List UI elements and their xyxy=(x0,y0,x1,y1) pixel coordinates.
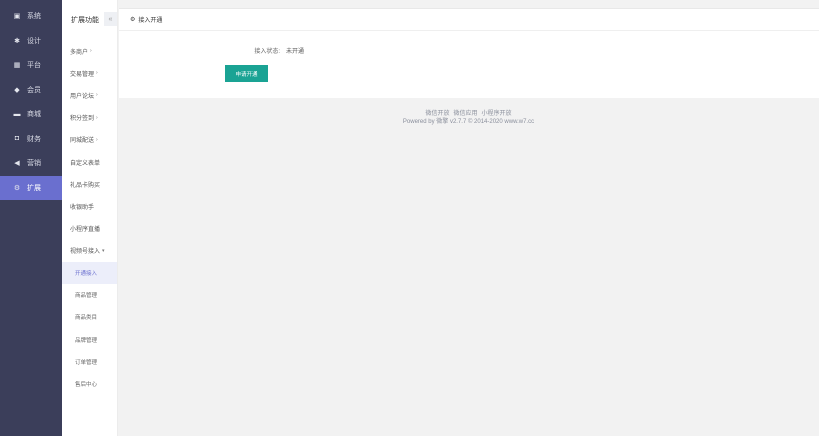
subnav-item-5[interactable]: 自定义表单 xyxy=(62,151,117,173)
collapse-sidebar-button[interactable]: « xyxy=(104,12,117,26)
main-nav: ▣ 系统 ✱ 设计 ▦ 平台 ◆ 会员 ▬ 商城 ◘ 财务 ◀ 营销 ⚙ 扩展 xyxy=(0,4,62,200)
shop-icon: ▬ xyxy=(13,110,21,118)
nav-item-label: 营销 xyxy=(27,160,41,168)
subnav-child-4[interactable]: 订单管理 xyxy=(62,351,117,373)
nav-item-2[interactable]: ▦ 平台 xyxy=(0,53,62,78)
status-row: 接入状态: 未开通 xyxy=(119,44,819,56)
grid-icon: ▦ xyxy=(13,62,21,70)
footer-link[interactable]: 微信应用 xyxy=(453,111,477,117)
subnav-item-label: 交易管理 xyxy=(70,71,95,78)
subnav-child-5[interactable]: 售后中心 xyxy=(62,373,117,395)
nav-item-label: 扩展 xyxy=(27,184,41,192)
subnav-item-6[interactable]: 礼品卡购买 xyxy=(62,173,117,195)
secondary-sidebar: 扩展功能 « 多商户 › 交易管理 › 用户论坛 › 积分签到 › 同城配送 › 自定义表单 礼品卡购… xyxy=(62,0,118,436)
shirt-icon: ✱ xyxy=(14,37,20,45)
subnav-child-1[interactable]: 商品管理 xyxy=(62,284,117,306)
chevron-icon: › xyxy=(96,136,98,143)
subnav-list: 多商户 › 交易管理 › 用户论坛 › 积分签到 › 同城配送 › 自定义表单 礼品卡购买 收银助手 小程… xyxy=(62,40,117,262)
panel-header: ⚙ 接入开通 xyxy=(119,9,819,31)
subnav-item-7[interactable]: 收银助手 xyxy=(62,195,117,217)
chevron-icon: › xyxy=(96,70,98,77)
nav-item-0[interactable]: ▣ 系统 xyxy=(0,4,62,29)
subnav-child-0[interactable]: 开通接入 xyxy=(62,261,117,285)
nav-item-5[interactable]: ◘ 财务 xyxy=(0,127,62,152)
footer-links: 微信开放 微信应用 小程序开放 xyxy=(118,110,819,118)
chevron-icon: › xyxy=(96,114,98,121)
chevron-icon: › xyxy=(90,48,92,55)
subnav-item-3[interactable]: 积分签到 › xyxy=(62,107,117,129)
gear-icon: ⚙ xyxy=(130,17,136,23)
status-label: 接入状态: xyxy=(254,48,280,55)
nav-item-label: 平台 xyxy=(27,62,41,70)
nav-item-6[interactable]: ◀ 营销 xyxy=(0,151,62,176)
subnav-title: 扩展功能 xyxy=(71,17,99,24)
panel-title: 接入开通 xyxy=(138,18,163,24)
subnav-item-4[interactable]: 同城配送 › xyxy=(62,129,117,151)
access-panel: ⚙ 接入开通 接入状态: 未开通 申请开通 xyxy=(119,8,819,98)
subnav-item-2[interactable]: 用户论坛 › xyxy=(62,84,117,106)
monitor-icon: ▣ xyxy=(13,13,21,21)
subnav-item-label: 礼品卡购买 xyxy=(70,182,101,189)
nav-item-1[interactable]: ✱ 设计 xyxy=(0,29,62,54)
nav-item-3[interactable]: ◆ 会员 xyxy=(0,78,62,103)
subnav-item-label: 用户论坛 xyxy=(70,93,95,100)
subnav-item-9[interactable]: 视频号接入 ▾ xyxy=(62,240,117,262)
subnav-item-8[interactable]: 小程序直播 xyxy=(62,218,117,240)
main-sidebar: ▣ 系统 ✱ 设计 ▦ 平台 ◆ 会员 ▬ 商城 ◘ 财务 ◀ 营销 ⚙ 扩展 xyxy=(0,0,62,436)
footer-link[interactable]: 小程序开放 xyxy=(482,111,512,117)
subnav-item-label: 同城配送 xyxy=(70,138,95,145)
status-value: 未开通 xyxy=(286,48,305,55)
powered-by: Powered by 微擎 v2.7.7 © 2014-2020 www.w7.… xyxy=(402,119,535,125)
apply-open-button[interactable]: 申请开通 xyxy=(225,65,268,82)
subnav-child-2[interactable]: 商品类目 xyxy=(62,306,117,328)
member-icon: ◆ xyxy=(14,86,20,94)
subnav-header: 扩展功能 « xyxy=(62,0,117,40)
main-content: ⚙ 接入开通 接入状态: 未开通 申请开通 微信开放 微信应用 小程序开放 Powe… xyxy=(118,0,819,436)
footer: 微信开放 微信应用 小程序开放 Powered by 微擎 v2.7.7 © 201… xyxy=(118,110,819,126)
subnav-item-label: 视频号接入 xyxy=(70,249,101,256)
nav-item-label: 财务 xyxy=(27,135,41,143)
nav-item-4[interactable]: ▬ 商城 xyxy=(0,102,62,127)
extend-icon: ⚙ xyxy=(13,184,21,192)
subnav-item-label: 积分签到 xyxy=(70,116,95,123)
subnav-item-label: 多商户 xyxy=(70,49,89,56)
nav-item-label: 商城 xyxy=(27,111,41,119)
footer-link[interactable]: 微信开放 xyxy=(425,111,449,117)
subnav-item-label: 自定义表单 xyxy=(70,160,101,167)
chevron-icon: › xyxy=(96,92,98,99)
subnav-child-3[interactable]: 品牌管理 xyxy=(62,328,117,350)
nav-item-7[interactable]: ⚙ 扩展 xyxy=(0,175,62,200)
subnav-children: 开通接入 商品管理 商品类目 品牌管理 订单管理 售后中心 xyxy=(62,261,117,395)
chevron-icon: ▾ xyxy=(102,247,105,254)
nav-item-label: 系统 xyxy=(27,13,41,21)
subnav-item-0[interactable]: 多商户 › xyxy=(62,40,117,62)
subnav-item-label: 小程序直播 xyxy=(70,227,101,234)
nav-item-label: 会员 xyxy=(27,86,41,94)
megaphone-icon: ◀ xyxy=(14,160,20,168)
subnav-item-1[interactable]: 交易管理 › xyxy=(62,62,117,84)
subnav-item-label: 收银助手 xyxy=(70,204,95,211)
finance-icon: ◘ xyxy=(14,135,20,143)
nav-item-label: 设计 xyxy=(27,37,41,45)
